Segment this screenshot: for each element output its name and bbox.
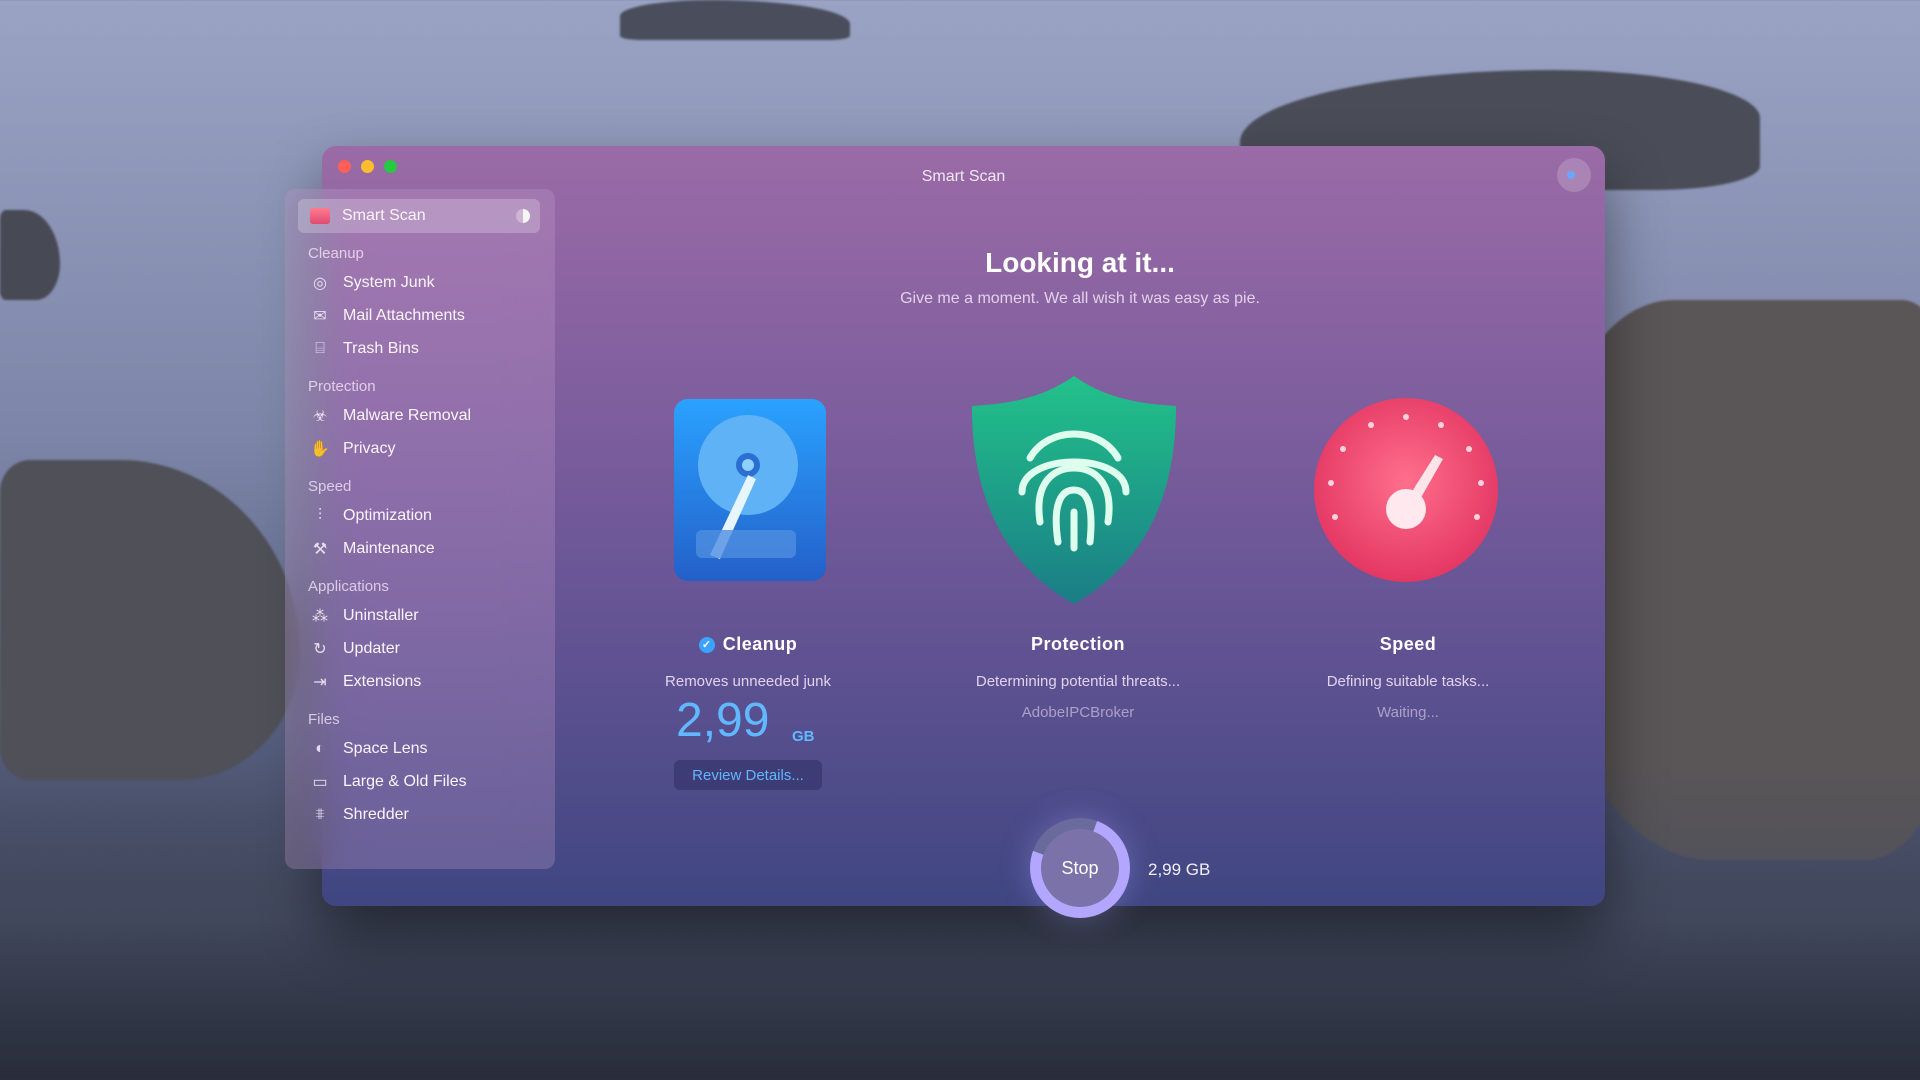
- sidebar-item-label: Maintenance: [343, 540, 435, 557]
- total-size-label: 2,99 GB: [1148, 860, 1211, 879]
- sidebar-item-label: Space Lens: [343, 740, 428, 757]
- junk-size-unit: GB: [792, 728, 815, 745]
- sidebar-item-label: Uninstaller: [343, 607, 419, 624]
- scan-progress-icon: [516, 209, 530, 223]
- review-details-button[interactable]: Review Details...: [674, 760, 822, 790]
- module-title: Protection: [1030, 634, 1125, 654]
- module-description: Defining suitable tasks...: [1326, 673, 1490, 690]
- extensions-icon: ⇥: [313, 674, 327, 691]
- background-rock: [620, 0, 850, 40]
- sidebar-item-label: Mail Attachments: [343, 307, 465, 324]
- sidebar-item-smart-scan[interactable]: Smart Scan: [298, 199, 540, 233]
- trash-icon: ⌸: [315, 340, 325, 357]
- sidebar-item-label: Shredder: [343, 806, 409, 823]
- system-junk-icon: ◎: [313, 275, 327, 292]
- updater-icon: ↻: [313, 641, 327, 658]
- sidebar-item-label: Malware Removal: [343, 407, 472, 424]
- sidebar-item-trash-bins[interactable]: ⌸ Trash Bins: [285, 334, 555, 364]
- folder-icon: ▭: [312, 774, 328, 791]
- window-title: Smart Scan: [921, 168, 1006, 185]
- background-rock: [0, 460, 300, 780]
- hand-icon: ✋: [310, 441, 330, 458]
- check-icon: ✓: [698, 636, 715, 653]
- sidebar-item-label: Optimization: [343, 507, 432, 524]
- hard-drive-icon: [674, 399, 826, 581]
- module-status: Waiting...: [1377, 704, 1439, 721]
- module-status: AdobeIPCBroker: [1021, 704, 1135, 721]
- section-heading-applications: Applications: [308, 578, 389, 595]
- fingerprint-shield-icon: [972, 376, 1176, 604]
- sidebar-item-updater[interactable]: ↻ Updater: [285, 634, 555, 664]
- speedometer-icon: [1314, 398, 1498, 582]
- smart-scan-icon: [310, 208, 330, 224]
- sidebar-item-label: Privacy: [343, 440, 396, 457]
- sidebar-item-space-lens[interactable]: ◐ Space Lens: [285, 734, 555, 764]
- space-lens-icon: ◐: [315, 740, 325, 757]
- wrench-icon: ⚒: [312, 541, 328, 558]
- page-title: Looking at it...: [985, 247, 1175, 278]
- sidebar-item-extensions[interactable]: ⇥ Extensions: [285, 667, 555, 697]
- section-heading-speed: Speed: [308, 478, 352, 495]
- section-heading-protection: Protection: [308, 378, 376, 395]
- module-speed: Speed Defining suitable tasks... Waiting…: [1258, 634, 1558, 721]
- sliders-icon: ⫶: [317, 507, 322, 524]
- sidebar-item-uninstaller[interactable]: ⁂ Uninstaller: [285, 601, 555, 631]
- sidebar-item-label: Updater: [343, 640, 400, 657]
- sidebar-item-label: Trash Bins: [343, 340, 419, 357]
- assistant-dot-icon: [1567, 171, 1575, 179]
- sidebar: Smart Scan Cleanup ◎ System Junk ✉ Mail …: [285, 189, 555, 869]
- sidebar-item-large-old-files[interactable]: ▭ Large & Old Files: [285, 767, 555, 797]
- sidebar-item-optimization[interactable]: ⫶ Optimization: [285, 501, 555, 531]
- sidebar-item-shredder[interactable]: ⩨ Shredder: [285, 800, 555, 830]
- shredder-icon: ⩨: [315, 806, 325, 823]
- biohazard-icon: ☣: [312, 408, 328, 425]
- sidebar-item-label: System Junk: [343, 274, 435, 291]
- assistant-button[interactable]: [1557, 158, 1591, 192]
- module-description: Determining potential threats...: [975, 673, 1181, 690]
- module-protection: Protection Determining potential threats…: [928, 634, 1228, 721]
- sidebar-item-label: Smart Scan: [342, 207, 426, 224]
- sidebar-item-system-junk[interactable]: ◎ System Junk: [285, 268, 555, 298]
- module-title: Speed: [1379, 634, 1437, 654]
- mail-icon: ✉: [313, 308, 327, 325]
- module-cleanup: ✓ Cleanup Removes unneeded junk: [598, 634, 898, 690]
- sidebar-item-malware-removal[interactable]: ☣ Malware Removal: [285, 401, 555, 431]
- section-heading-cleanup: Cleanup: [308, 245, 364, 262]
- module-title: Cleanup: [722, 634, 798, 654]
- junk-size-value: 2,99: [676, 694, 770, 747]
- sidebar-item-mail-attachments[interactable]: ✉ Mail Attachments: [285, 301, 555, 331]
- module-description: Removes unneeded junk: [665, 673, 831, 690]
- stop-button[interactable]: Stop: [1041, 829, 1119, 907]
- page-subtitle: Give me a moment. We all wish it was eas…: [900, 290, 1260, 307]
- sidebar-item-label: Large & Old Files: [343, 773, 467, 790]
- scan-progress-ring: Stop: [1030, 818, 1130, 918]
- sidebar-item-label: Extensions: [343, 673, 422, 690]
- sidebar-item-privacy[interactable]: ✋ Privacy: [285, 434, 555, 464]
- background-rock: [0, 210, 60, 300]
- section-heading-files: Files: [308, 711, 340, 728]
- uninstaller-icon: ⁂: [312, 608, 328, 625]
- sidebar-item-maintenance[interactable]: ⚒ Maintenance: [285, 534, 555, 564]
